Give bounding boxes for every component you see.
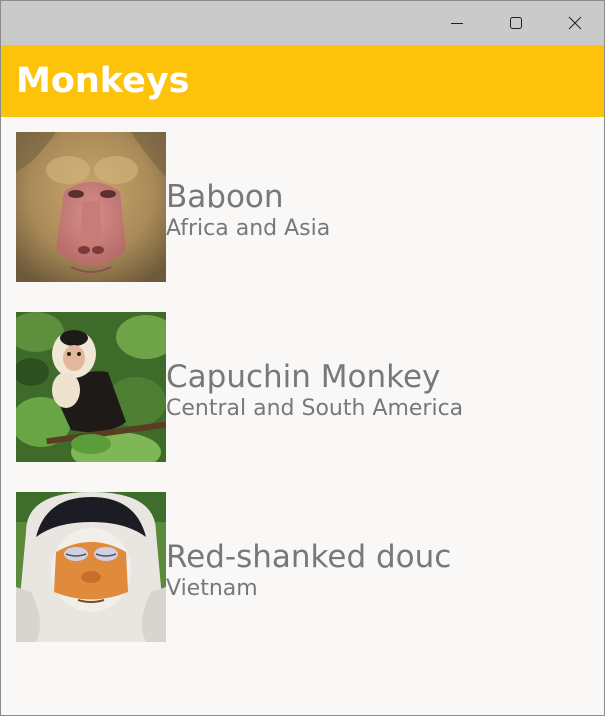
baboon-photo [16, 132, 166, 282]
list-item-text: Capuchin Monkey Central and South Americ… [166, 359, 463, 423]
page-title: Monkeys [16, 61, 190, 101]
monkey-list[interactable]: Baboon Africa and Asia Capuchin Monkey C… [16, 132, 604, 672]
monkey-name: Red-shanked douc [166, 539, 452, 575]
monkey-location: Central and South America [166, 396, 464, 421]
list-item-text: Red-shanked douc Vietnam [166, 539, 451, 603]
list-item-text: Baboon Africa and Asia [166, 179, 330, 243]
maximize-button[interactable] [486, 1, 545, 45]
monkey-location: Vietnam [166, 576, 258, 601]
capuchin-monkey-photo [16, 312, 166, 462]
red-shanked-douc-photo [16, 492, 166, 642]
monkey-location: Africa and Asia [166, 216, 331, 241]
maximize-icon [509, 17, 522, 29]
title-bar [1, 1, 604, 45]
close-icon [568, 16, 581, 30]
list-item[interactable]: Baboon Africa and Asia [16, 132, 604, 282]
app-window: Monkeys Baboon Africa and Asia Capuchin … [0, 0, 605, 716]
monkey-name: Baboon [166, 179, 284, 215]
monkey-name: Capuchin Monkey [166, 359, 441, 395]
list-item[interactable]: Red-shanked douc Vietnam [16, 492, 604, 642]
close-button[interactable] [545, 1, 604, 45]
header-bar: Monkeys [1, 45, 604, 117]
minimize-icon [450, 23, 463, 24]
minimize-button[interactable] [427, 1, 486, 45]
list-item[interactable]: Capuchin Monkey Central and South Americ… [16, 312, 604, 462]
